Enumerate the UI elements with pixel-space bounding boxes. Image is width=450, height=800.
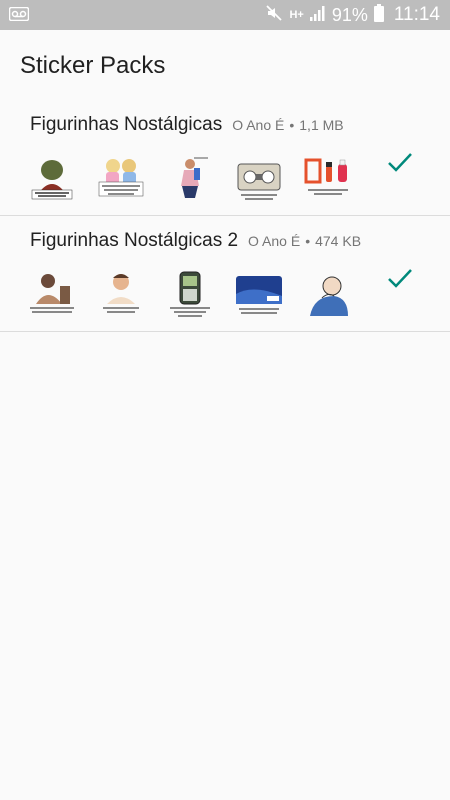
sticker-preview bbox=[26, 268, 78, 320]
sticker-preview bbox=[164, 152, 216, 204]
app-bar: Sticker Packs bbox=[0, 30, 450, 100]
added-check-icon bbox=[386, 264, 414, 292]
sticker-pack-list: Figurinhas Nostálgicas O Ano É•1,1 MB bbox=[0, 100, 450, 332]
sticker-preview bbox=[233, 152, 285, 204]
sticker-preview-row bbox=[26, 152, 354, 204]
pack-publisher: O Ano É bbox=[232, 117, 285, 133]
pack-publisher: O Ano É bbox=[248, 233, 301, 249]
pack-size: 474 KB bbox=[315, 233, 362, 249]
signal-icon bbox=[309, 5, 326, 26]
network-type-label: H+ bbox=[289, 9, 304, 21]
pack-size: 1,1 MB bbox=[299, 117, 344, 133]
sticker-preview bbox=[95, 268, 147, 320]
mute-icon bbox=[265, 4, 283, 27]
clock: 11:14 bbox=[393, 4, 440, 25]
pack-name: Figurinhas Nostálgicas 2 bbox=[30, 230, 239, 251]
sticker-preview bbox=[26, 152, 78, 204]
battery-percent: 91% bbox=[331, 4, 368, 25]
pack-meta: O Ano É • 1,1 MB bbox=[232, 117, 343, 133]
pack-meta: O Ano É • 474 KB bbox=[248, 233, 361, 249]
sticker-preview bbox=[302, 152, 354, 204]
sticker-pack-item[interactable]: Figurinhas Nostálgicas O Ano É • 1,1 MB bbox=[0, 100, 450, 216]
sticker-preview bbox=[302, 268, 354, 320]
separator: • bbox=[289, 117, 295, 133]
added-check-icon bbox=[386, 148, 414, 176]
pack-name: Figurinhas Nostálgicas bbox=[30, 114, 223, 135]
sticker-preview bbox=[164, 268, 216, 320]
voicemail-icon bbox=[8, 6, 30, 26]
sticker-preview bbox=[95, 152, 147, 204]
sticker-pack-item[interactable]: Figurinhas Nostálgicas 2 O Ano É • 474 KB bbox=[0, 216, 450, 332]
sticker-preview bbox=[233, 268, 285, 320]
battery-icon bbox=[373, 3, 384, 27]
page-title: Sticker Packs bbox=[20, 52, 166, 79]
status-bar: H+ 91% 11:14 bbox=[0, 0, 450, 30]
separator: • bbox=[305, 233, 311, 249]
sticker-preview-row bbox=[26, 268, 354, 320]
